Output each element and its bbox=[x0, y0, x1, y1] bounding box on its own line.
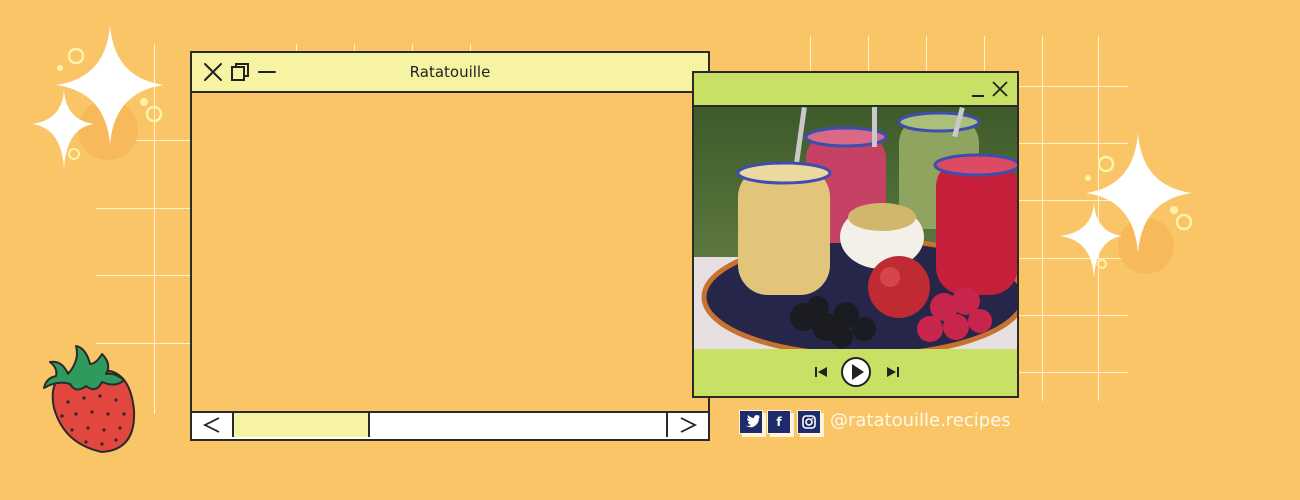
skip-back-icon[interactable] bbox=[814, 365, 828, 379]
social-handle[interactable]: @ratatouille.recipes bbox=[830, 410, 1011, 431]
facebook-icon[interactable]: f bbox=[767, 410, 791, 434]
window-title: Ratatouille bbox=[409, 63, 491, 81]
play-button[interactable] bbox=[840, 356, 872, 388]
media-player-titlebar bbox=[694, 73, 1017, 107]
smoothies-photo bbox=[694, 107, 1017, 351]
twitter-glyph bbox=[745, 415, 760, 428]
twitter-icon[interactable] bbox=[739, 410, 763, 434]
scrollbar-thumb[interactable] bbox=[234, 413, 370, 437]
scroll-right-button[interactable] bbox=[666, 413, 708, 437]
sparkle-right-decoration bbox=[1060, 133, 1193, 278]
main-window-content bbox=[192, 93, 708, 411]
chevron-left-icon bbox=[202, 417, 220, 433]
minimize-icon[interactable] bbox=[970, 80, 986, 98]
media-controls bbox=[694, 349, 1017, 396]
instagram-glyph bbox=[802, 415, 816, 429]
main-window: Ratatouille bbox=[190, 51, 710, 441]
chevron-right-icon bbox=[680, 417, 698, 433]
facebook-letter: f bbox=[776, 415, 782, 429]
scroll-left-button[interactable] bbox=[192, 413, 234, 437]
main-window-titlebar: Ratatouille bbox=[192, 53, 708, 93]
skip-forward-icon[interactable] bbox=[886, 365, 900, 379]
strawberry-illustration bbox=[43, 345, 136, 454]
sparkle-left-decoration bbox=[32, 25, 164, 170]
media-player-window bbox=[692, 71, 1019, 398]
horizontal-scrollbar[interactable] bbox=[192, 411, 708, 439]
instagram-icon[interactable] bbox=[797, 410, 821, 434]
close-icon[interactable] bbox=[991, 80, 1009, 98]
